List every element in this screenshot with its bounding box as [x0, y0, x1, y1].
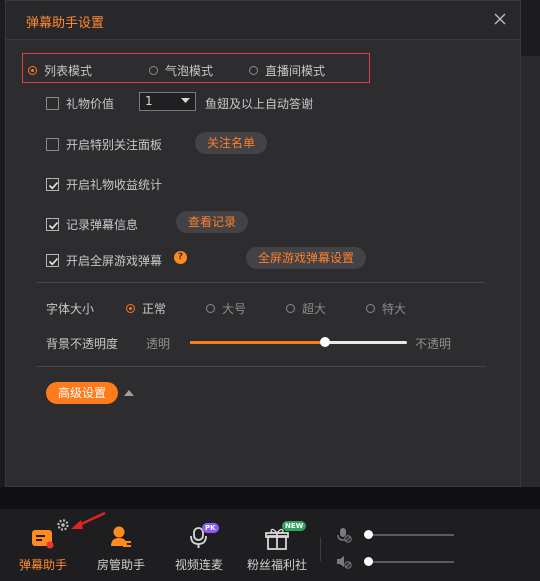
radio-dot — [286, 304, 295, 313]
follow-list-button[interactable]: 关注名单 — [195, 132, 268, 154]
close-icon[interactable] — [492, 11, 508, 27]
mic-muted-icon[interactable] — [335, 527, 353, 543]
mic-volume-handle[interactable] — [364, 530, 373, 539]
advanced-settings-button[interactable]: 高级设置 — [46, 382, 118, 404]
pointer-arrow-icon — [71, 511, 106, 529]
font-size-large-radio[interactable]: 大号 — [206, 300, 246, 317]
gift-value-checkbox[interactable]: 礼物价值 — [46, 95, 114, 112]
dialog-title: 弹幕助手设置 — [26, 16, 105, 31]
toolbar-video-link[interactable]: PK 视频连麦 — [166, 509, 232, 581]
toolbar-fan-welfare[interactable]: NEW 粉丝福利社 — [244, 509, 310, 581]
font-size-normal-label: 正常 — [142, 302, 167, 316]
radio-dot — [249, 66, 258, 75]
font-size-xxlarge-radio[interactable]: 特大 — [366, 300, 406, 317]
mode-bubble-radio[interactable]: 气泡模式 — [149, 62, 213, 79]
background-strip — [0, 487, 540, 509]
checkbox-box — [46, 138, 59, 151]
opacity-min-label: 透明 — [146, 337, 171, 351]
radio-dot — [149, 66, 158, 75]
font-size-large-label: 大号 — [222, 302, 247, 316]
checkbox-box — [46, 97, 59, 110]
font-size-xlarge-label: 超大 — [302, 302, 327, 316]
toolbar-room-manager-label: 房管助手 — [96, 558, 145, 572]
view-records-button[interactable]: 查看记录 — [176, 211, 249, 233]
gift-value-selected: 1 — [145, 94, 153, 108]
opacity-slider[interactable] — [190, 337, 407, 347]
gift-stats-label: 开启礼物收益统计 — [66, 178, 163, 192]
font-size-xlarge-radio[interactable]: 超大 — [286, 300, 326, 317]
opacity-slider-fill — [190, 341, 325, 344]
dialog-header: 弹幕助手设置 — [6, 1, 520, 40]
room-manager-icon — [111, 526, 131, 547]
mode-liveroom-label: 直播间模式 — [265, 64, 326, 78]
opacity-slider-handle[interactable] — [319, 337, 330, 347]
gift-stats-checkbox[interactable]: 开启礼物收益统计 — [46, 176, 162, 193]
mode-bubble-label: 气泡模式 — [165, 64, 214, 78]
special-follow-label: 开启特别关注面板 — [66, 138, 163, 152]
checkmark-icon — [48, 181, 59, 190]
font-size-xxlarge-label: 特大 — [382, 302, 407, 316]
toolbar-fan-welfare-label: 粉丝福利社 — [246, 558, 307, 572]
mode-list-label: 列表模式 — [44, 64, 93, 78]
gift-value-label: 礼物价值 — [66, 97, 115, 111]
fullscreen-settings-button[interactable]: 全屏游戏弹幕设置 — [246, 247, 367, 269]
speaker-volume-control — [335, 554, 460, 570]
caret-up-icon[interactable] — [124, 390, 134, 396]
danmaku-icon — [32, 530, 54, 549]
checkbox-box — [46, 178, 59, 191]
toolbar-danmaku-label: 弹幕助手 — [18, 558, 67, 572]
chevron-down-icon — [181, 98, 190, 103]
radio-dot — [126, 304, 135, 313]
mic-volume-control — [335, 527, 460, 543]
gift-value-suffix: 鱼翅及以上自动答谢 — [205, 97, 314, 111]
help-icon[interactable]: ? — [174, 251, 187, 264]
toolbar-divider — [320, 537, 321, 561]
opacity-label: 背景不透明度 — [46, 337, 119, 351]
fullscreen-danmaku-label: 开启全屏游戏弹幕 — [66, 254, 163, 268]
gift-value-select[interactable]: 1 — [139, 92, 196, 111]
fullscreen-danmaku-checkbox[interactable]: 开启全屏游戏弹幕 — [46, 252, 162, 269]
checkbox-box — [46, 254, 59, 267]
speaker-volume-slider[interactable] — [368, 561, 454, 563]
radio-dot — [366, 304, 375, 313]
radio-dot — [28, 66, 37, 75]
mode-liveroom-radio[interactable]: 直播间模式 — [249, 62, 325, 79]
special-follow-checkbox[interactable]: 开启特别关注面板 — [46, 136, 162, 153]
display-mode-group: 列表模式 气泡模式 直播间模式 — [22, 53, 370, 83]
speaker-volume-handle[interactable] — [364, 557, 373, 566]
checkbox-box — [46, 218, 59, 231]
speaker-muted-icon[interactable] — [335, 554, 353, 570]
pk-badge: PK — [202, 523, 219, 533]
background-panel — [521, 56, 540, 488]
toolbar-video-link-label: 视频连麦 — [174, 558, 223, 572]
checkmark-icon — [48, 221, 59, 230]
mic-volume-slider[interactable] — [368, 534, 454, 536]
new-badge: NEW — [282, 521, 307, 531]
section-divider — [36, 366, 485, 367]
section-divider — [36, 282, 485, 283]
record-danmaku-label: 记录弹幕信息 — [66, 218, 139, 232]
opacity-max-label: 不透明 — [415, 337, 452, 351]
font-size-normal-radio[interactable]: 正常 — [126, 300, 166, 317]
record-danmaku-checkbox[interactable]: 记录弹幕信息 — [46, 216, 138, 233]
radio-dot — [206, 304, 215, 313]
danmaku-settings-dialog: 弹幕助手设置 列表模式 气泡模式 直播间模式 礼物价值 1 鱼翅及以上自动答谢 … — [5, 0, 521, 487]
checkmark-icon — [48, 257, 59, 266]
font-size-label: 字体大小 — [46, 302, 95, 316]
mode-list-radio[interactable]: 列表模式 — [28, 62, 92, 79]
